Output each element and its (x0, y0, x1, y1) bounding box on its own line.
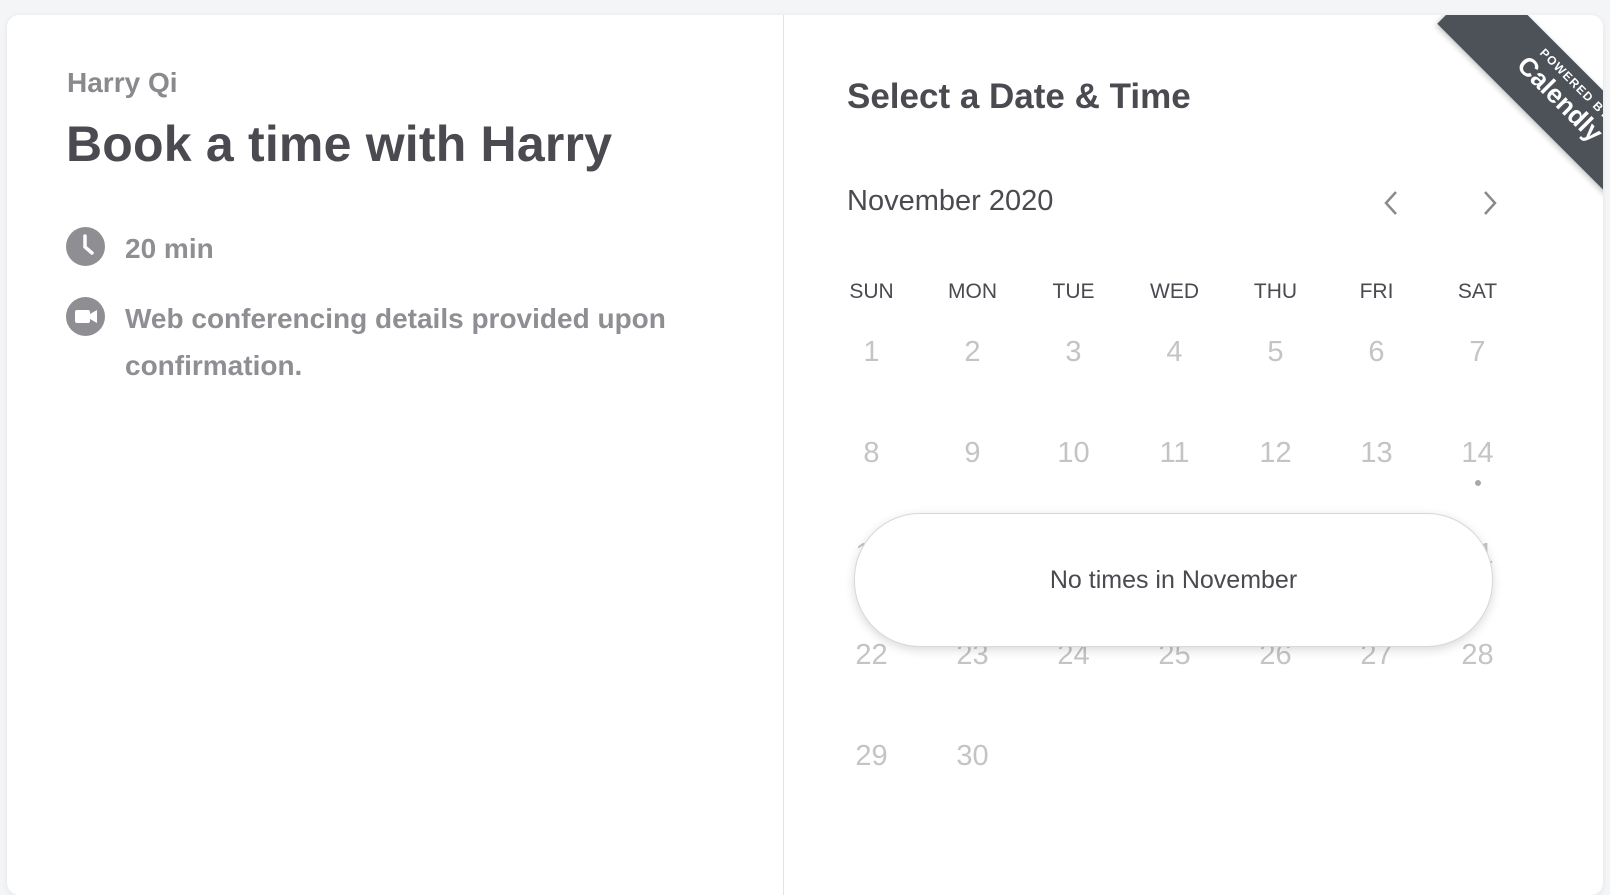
calendar-day: 27 (1360, 639, 1393, 671)
no-times-message: No times in November (854, 513, 1493, 647)
weekday-label: THU (1253, 280, 1298, 303)
date-picker-panel: Select a Date & Time November 2020 SUN M… (784, 15, 1603, 895)
month-label: November 2020 (847, 185, 1054, 217)
calendar-empty-cell (1225, 740, 1326, 841)
calendar-day: 3 (1065, 336, 1082, 368)
calendar-day: 7 (1469, 336, 1486, 368)
weekday-header: SUN MON TUE WED THU FRI SAT (821, 280, 1528, 304)
calendar-week: 29 30 (821, 740, 1528, 841)
calendar-day: 25 (1158, 639, 1191, 671)
weekday-label: TUE (1052, 280, 1095, 303)
calendar-empty-cell (1124, 740, 1225, 841)
calendar-week: 1 2 3 4 5 6 7 (821, 336, 1528, 437)
today-indicator (1474, 480, 1481, 486)
calendar-empty-cell (1023, 740, 1124, 841)
calendar-empty-cell (1326, 740, 1427, 841)
calendar-day: 5 (1267, 336, 1284, 368)
picker-title: Select a Date & Time (847, 77, 1191, 116)
calendar-day: 24 (1057, 639, 1090, 671)
event-details-panel: Harry Qi Book a time with Harry 20 min W… (7, 15, 784, 895)
calendar-week: 22 23 24 25 26 27 28 (821, 639, 1528, 740)
weekday-label: FRI (1359, 280, 1394, 303)
powered-by-ribbon[interactable]: POWERED BY Calendly (1403, 15, 1603, 215)
calendar-day: 22 (855, 639, 888, 671)
video-camera-icon (66, 297, 105, 336)
owner-name: Harry Qi (67, 67, 178, 98)
duration-detail: 20 min (66, 225, 725, 272)
calendar-day: 28 (1461, 639, 1494, 671)
calendar-day: 30 (956, 740, 989, 772)
weekday-label: MON (948, 280, 997, 303)
calendar-day: 26 (1259, 639, 1292, 671)
conferencing-text: Web conferencing details provided upon c… (125, 303, 666, 381)
calendar-day: 23 (956, 639, 989, 671)
calendar-day: 2 (964, 336, 981, 368)
calendar-day: 6 (1368, 336, 1385, 368)
weekday-label: SUN (849, 280, 894, 303)
event-title: Book a time with Harry (66, 116, 613, 172)
calendar-day: 29 (855, 740, 888, 772)
clock-icon (66, 227, 105, 266)
weekday-label: SAT (1457, 280, 1498, 303)
duration-text: 20 min (125, 233, 214, 264)
weekday-label: WED (1150, 280, 1199, 303)
calendar-day: 4 (1166, 336, 1183, 368)
calendar-day: 1 (863, 336, 880, 368)
calendar-empty-cell (1427, 740, 1528, 841)
chevron-left-icon (1384, 191, 1397, 215)
conferencing-detail: Web conferencing details provided upon c… (66, 295, 725, 389)
booking-card: Harry Qi Book a time with Harry 20 min W… (7, 15, 1603, 895)
